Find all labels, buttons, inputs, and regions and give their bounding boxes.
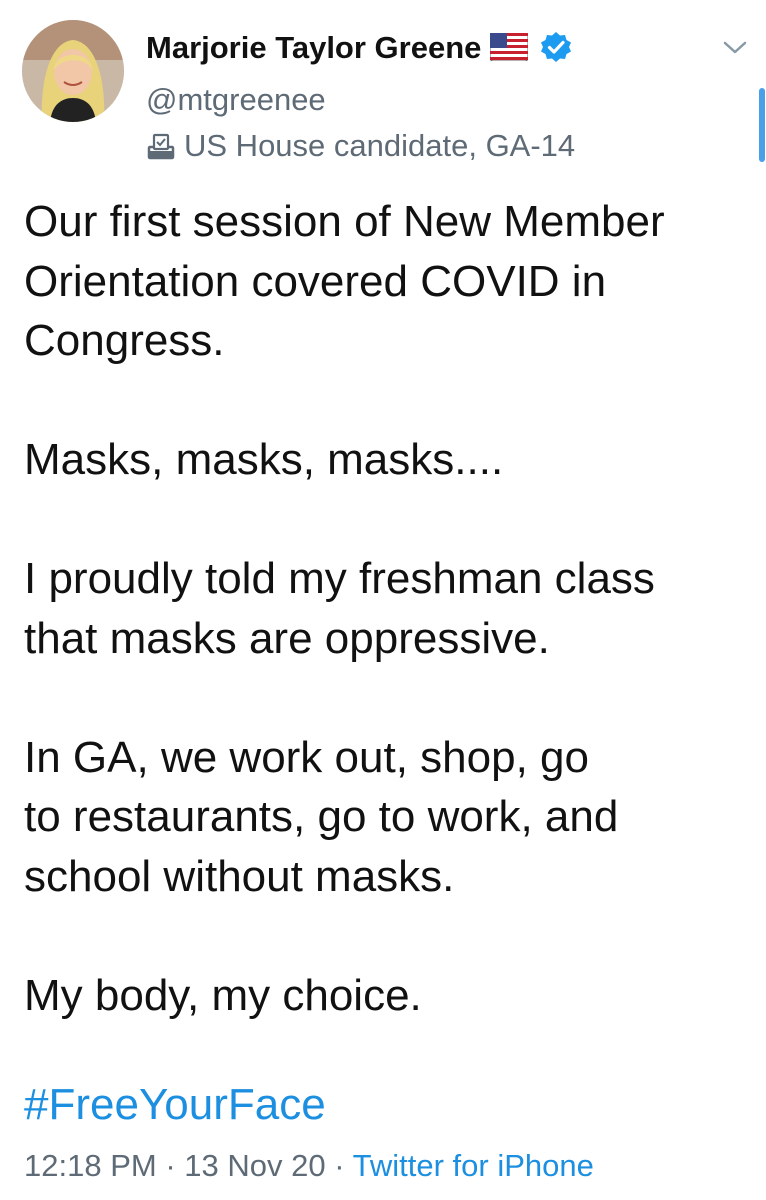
tweet-metadata: 12:18 PM · 13 Nov 20 · Twitter for iPhon…	[24, 1148, 594, 1184]
us-flag-icon	[490, 33, 528, 61]
chevron-down-icon[interactable]	[722, 38, 748, 56]
tweet-line: Masks, masks, masks....	[24, 435, 504, 484]
tweet-paragraph: My body, my choice.	[24, 966, 744, 1026]
scroll-indicator[interactable]	[759, 88, 765, 162]
tweet-line: My body, my choice.	[24, 970, 422, 1020]
hashtag-link[interactable]: #FreeYourFace	[24, 1080, 326, 1130]
tweet-line: that masks are oppressive.	[24, 613, 550, 663]
tweet-line: Orientation covered COVID in	[24, 256, 607, 306]
tweet-text: Our first session of New Member Orientat…	[24, 192, 744, 1025]
tweet-source-link[interactable]: Twitter for iPhone	[353, 1148, 594, 1183]
account-label-text: US House candidate, GA-14	[184, 128, 576, 163]
verified-icon	[541, 32, 571, 62]
tweet-paragraph: Our first session of New Member Orientat…	[24, 192, 744, 371]
tweet-line: I proudly told my freshman class	[24, 554, 655, 603]
tweet-line: Congress.	[24, 316, 225, 365]
tweet-line: In GA, we work out, shop, go	[24, 732, 589, 782]
tweet-paragraph: In GA, we work out, shop, go to restaura…	[24, 728, 744, 907]
meta-separator: ·	[165, 1148, 176, 1183]
tweet-date[interactable]: 13 Nov 20	[184, 1148, 325, 1183]
tweet-paragraph: I proudly told my freshman class that ma…	[24, 549, 744, 668]
tweet-line: to restaurants, go to work, and	[24, 792, 619, 841]
account-label: US House candidate, GA-14	[146, 128, 575, 164]
meta-separator: ·	[334, 1148, 345, 1183]
avatar[interactable]	[22, 20, 124, 122]
avatar-image	[22, 20, 124, 122]
author-name[interactable]: Marjorie Taylor Greene	[146, 30, 481, 66]
ballot-box-icon	[147, 133, 175, 160]
tweet-line: school without masks.	[24, 851, 455, 901]
tweet-paragraph: Masks, masks, masks....	[24, 430, 744, 490]
tweet-line: Our first session of New Member	[24, 197, 665, 246]
author-handle[interactable]: @mtgreenee	[146, 82, 326, 118]
tweet-time[interactable]: 12:18 PM	[24, 1148, 157, 1183]
